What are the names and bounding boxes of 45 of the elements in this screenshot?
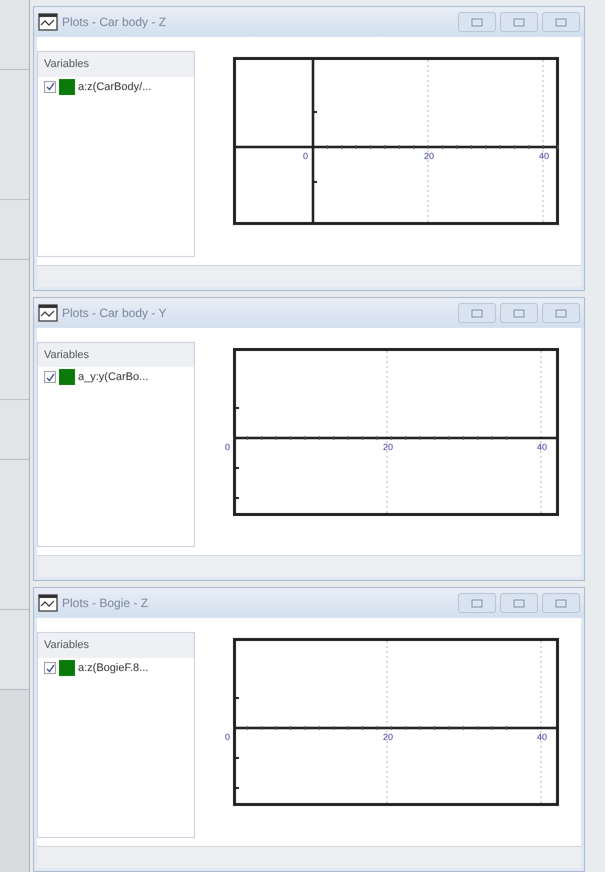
chart-icon xyxy=(38,13,58,31)
tick-label: 20 xyxy=(383,733,394,742)
maximize-icon xyxy=(513,17,525,27)
minimize-button[interactable] xyxy=(458,302,496,323)
checkbox[interactable] xyxy=(44,80,56,93)
minimize-icon xyxy=(471,17,483,27)
maximize-button[interactable] xyxy=(500,593,538,614)
tick-label: 40 xyxy=(537,733,548,742)
restore-button[interactable] xyxy=(542,12,580,32)
minimize-icon xyxy=(471,598,483,608)
window-title: Plots - Car body - Z xyxy=(62,14,166,31)
minimize-button[interactable] xyxy=(458,593,496,614)
restore-button[interactable] xyxy=(542,593,580,614)
horizontal-scrollbar[interactable] xyxy=(37,264,581,287)
maximize-icon xyxy=(513,308,525,318)
restore-icon xyxy=(555,308,567,318)
chart-icon xyxy=(38,304,58,322)
tick-label: 40 xyxy=(539,152,550,161)
restore-icon xyxy=(555,598,567,608)
window-title: Plots - Car body - Y xyxy=(62,304,166,322)
variable-label[interactable]: a_y:y(CarBo... xyxy=(78,369,148,386)
minimize-icon xyxy=(471,308,483,318)
tick-label: 20 xyxy=(383,442,394,452)
maximize-icon xyxy=(513,598,525,608)
variables-header: Variables xyxy=(38,633,194,658)
tick-label: 0 xyxy=(225,733,230,742)
restore-icon xyxy=(555,17,567,27)
variable-label[interactable]: a:z(BogieF.8... xyxy=(78,660,148,676)
checkbox[interactable] xyxy=(44,662,56,674)
horizontal-scrollbar[interactable] xyxy=(37,555,581,578)
variables-header: Variables xyxy=(38,52,194,76)
maximize-button[interactable] xyxy=(500,302,538,323)
chart-icon xyxy=(38,594,58,612)
tick-label: 0 xyxy=(225,442,230,452)
checkbox[interactable] xyxy=(44,371,56,384)
horizontal-scrollbar[interactable] xyxy=(37,846,581,868)
variable-label[interactable]: a:z(CarBody/... xyxy=(78,78,152,95)
tick-label: 20 xyxy=(424,152,434,161)
maximize-button[interactable] xyxy=(500,12,538,32)
tick-label: 0 xyxy=(303,152,308,161)
tick-label: 40 xyxy=(537,442,548,452)
restore-button[interactable] xyxy=(542,302,580,323)
minimize-button[interactable] xyxy=(458,12,496,32)
variables-header: Variables xyxy=(38,342,194,368)
window-title: Plots - Bogie - Z xyxy=(62,595,148,612)
